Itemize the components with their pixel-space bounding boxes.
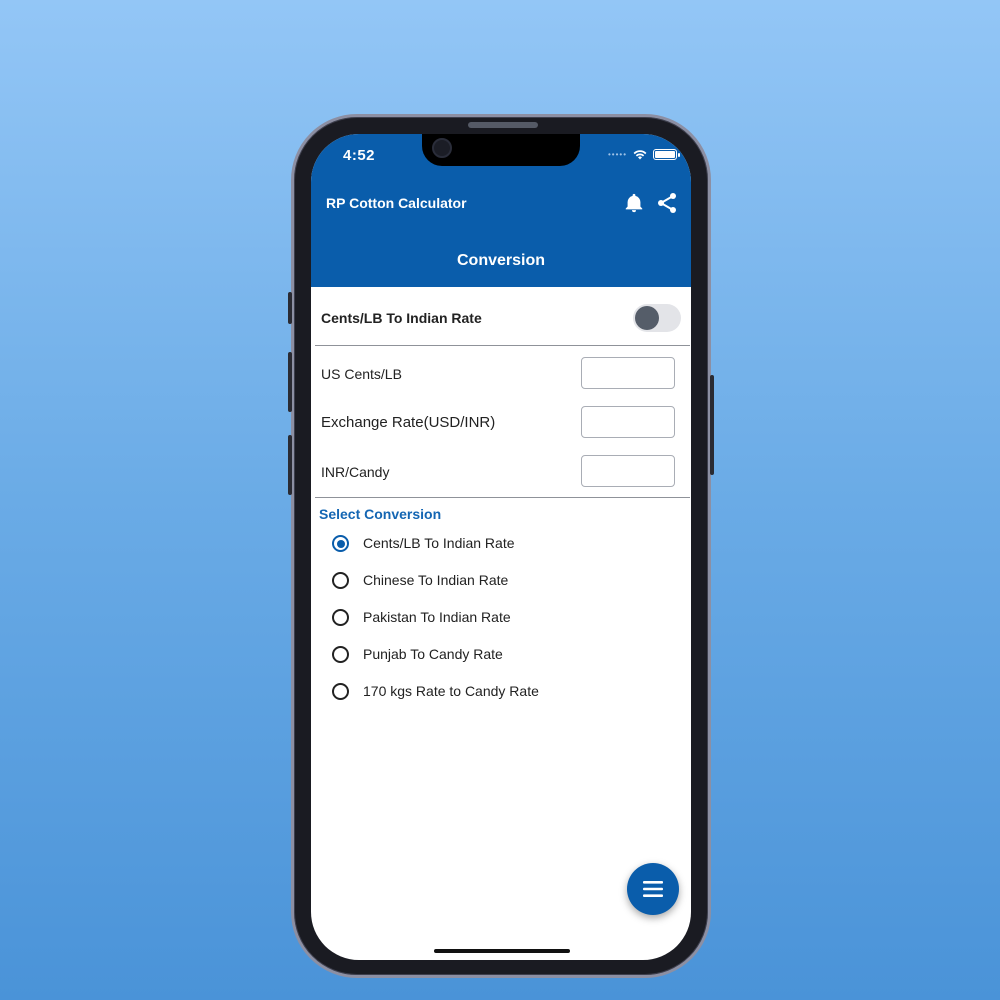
radio-unchecked-icon (332, 683, 349, 700)
signal-icon: ••••• (607, 150, 627, 159)
toggle-label: Cents/LB To Indian Rate (321, 310, 482, 326)
radio-unchecked-icon (332, 572, 349, 589)
radio-label: 170 kgs Rate to Candy Rate (363, 683, 539, 699)
conversion-toggle-row: Cents/LB To Indian Rate (311, 287, 691, 345)
status-time: 4:52 (343, 147, 376, 164)
menu-fab-button[interactable] (627, 863, 679, 915)
us-cents-lb-input[interactable] (581, 357, 675, 389)
speaker-grille (468, 122, 538, 128)
phone-frame: 4:52 ••••• RP Cotton Calculator Conversi… (288, 114, 714, 978)
toggle-knob (635, 306, 659, 330)
radio-unchecked-icon (332, 609, 349, 626)
exchange-rate-row: Exchange Rate(USD/INR) (311, 403, 691, 443)
radio-punjab-to-candy[interactable]: Punjab To Candy Rate (311, 635, 691, 672)
menu-icon (643, 881, 663, 897)
app-header: 4:52 ••••• RP Cotton Calculator Conversi… (311, 134, 691, 287)
divider (315, 497, 690, 498)
app-title: RP Cotton Calculator (326, 195, 467, 211)
radio-unchecked-icon (332, 646, 349, 663)
conversion-toggle-switch[interactable] (633, 304, 681, 332)
volume-up-button (288, 352, 292, 412)
home-indicator[interactable] (434, 949, 570, 953)
status-icons: ••••• (607, 149, 680, 160)
bell-icon[interactable] (623, 192, 645, 214)
radio-label: Punjab To Candy Rate (363, 646, 503, 662)
share-icon[interactable] (655, 191, 679, 215)
silent-switch (288, 292, 292, 324)
wifi-icon (633, 150, 647, 160)
app-screen: 4:52 ••••• RP Cotton Calculator Conversi… (311, 134, 691, 960)
radio-label: Pakistan To Indian Rate (363, 609, 511, 625)
inr-candy-row: INR/Candy (311, 452, 691, 492)
camera-icon (432, 138, 452, 158)
exchange-rate-label: Exchange Rate(USD/INR) (321, 414, 496, 431)
page-title: Conversion (456, 252, 545, 269)
inr-candy-input[interactable] (581, 455, 675, 487)
radio-cents-lb-to-indian[interactable]: Cents/LB To Indian Rate (311, 524, 691, 561)
battery-icon (653, 149, 680, 160)
power-button (710, 375, 714, 475)
select-conversion-title: Select Conversion (319, 506, 442, 522)
radio-checked-icon (332, 535, 349, 552)
exchange-rate-input[interactable] (581, 406, 675, 438)
radio-170kgs-to-candy[interactable]: 170 kgs Rate to Candy Rate (311, 672, 691, 709)
radio-label: Cents/LB To Indian Rate (363, 535, 515, 551)
us-cents-lb-label: US Cents/LB (321, 366, 402, 382)
radio-chinese-to-indian[interactable]: Chinese To Indian Rate (311, 561, 691, 598)
us-cents-lb-row: US Cents/LB (311, 354, 691, 394)
volume-down-button (288, 435, 292, 495)
radio-pakistan-to-indian[interactable]: Pakistan To Indian Rate (311, 598, 691, 635)
notch (422, 134, 580, 166)
radio-label: Chinese To Indian Rate (363, 572, 509, 588)
divider (315, 345, 690, 346)
inr-candy-label: INR/Candy (321, 464, 390, 480)
